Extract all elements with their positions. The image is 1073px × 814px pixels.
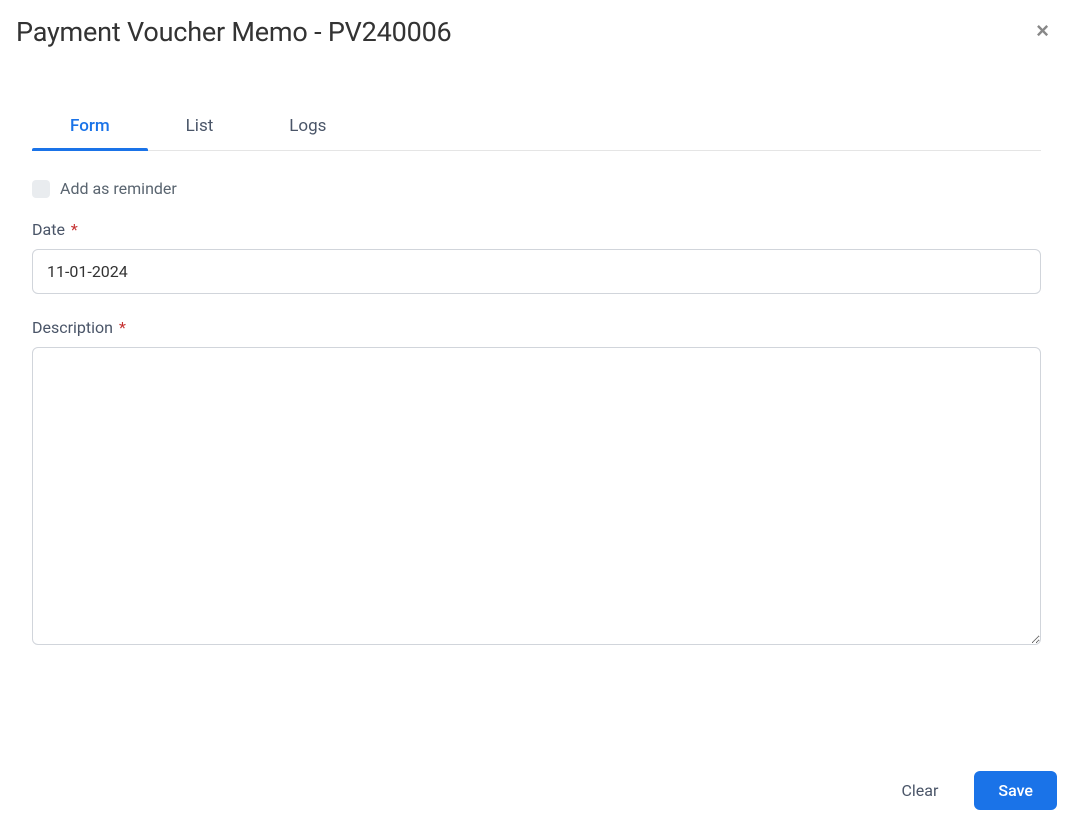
tab-bar: Form List Logs: [32, 104, 1041, 151]
clear-button[interactable]: Clear: [877, 771, 962, 810]
close-icon: ×: [1036, 18, 1049, 43]
date-input[interactable]: [32, 249, 1041, 294]
date-field-group: Date *: [32, 220, 1041, 294]
date-label-text: Date: [32, 220, 65, 239]
description-label-text: Description: [32, 318, 113, 337]
description-field-group: Description *: [32, 318, 1041, 649]
modal-title: Payment Voucher Memo - PV240006: [16, 16, 452, 48]
tab-form[interactable]: Form: [32, 104, 148, 150]
memo-modal: Payment Voucher Memo - PV240006 × Form L…: [0, 0, 1073, 814]
tab-logs[interactable]: Logs: [251, 104, 364, 150]
date-label: Date *: [32, 220, 1041, 239]
reminder-label: Add as reminder: [60, 179, 177, 198]
description-label: Description *: [32, 318, 1041, 337]
required-mark: *: [115, 318, 126, 337]
tab-list[interactable]: List: [148, 104, 252, 150]
modal-header: Payment Voucher Memo - PV240006 ×: [16, 16, 1057, 48]
reminder-row: Add as reminder: [32, 179, 1041, 198]
required-mark: *: [67, 220, 78, 239]
close-button[interactable]: ×: [1028, 16, 1057, 46]
description-textarea[interactable]: [32, 347, 1041, 645]
save-button[interactable]: Save: [974, 771, 1057, 810]
modal-footer: Clear Save: [877, 771, 1057, 814]
form-panel: Add as reminder Date * Description *: [16, 151, 1057, 649]
reminder-checkbox[interactable]: [32, 180, 50, 198]
